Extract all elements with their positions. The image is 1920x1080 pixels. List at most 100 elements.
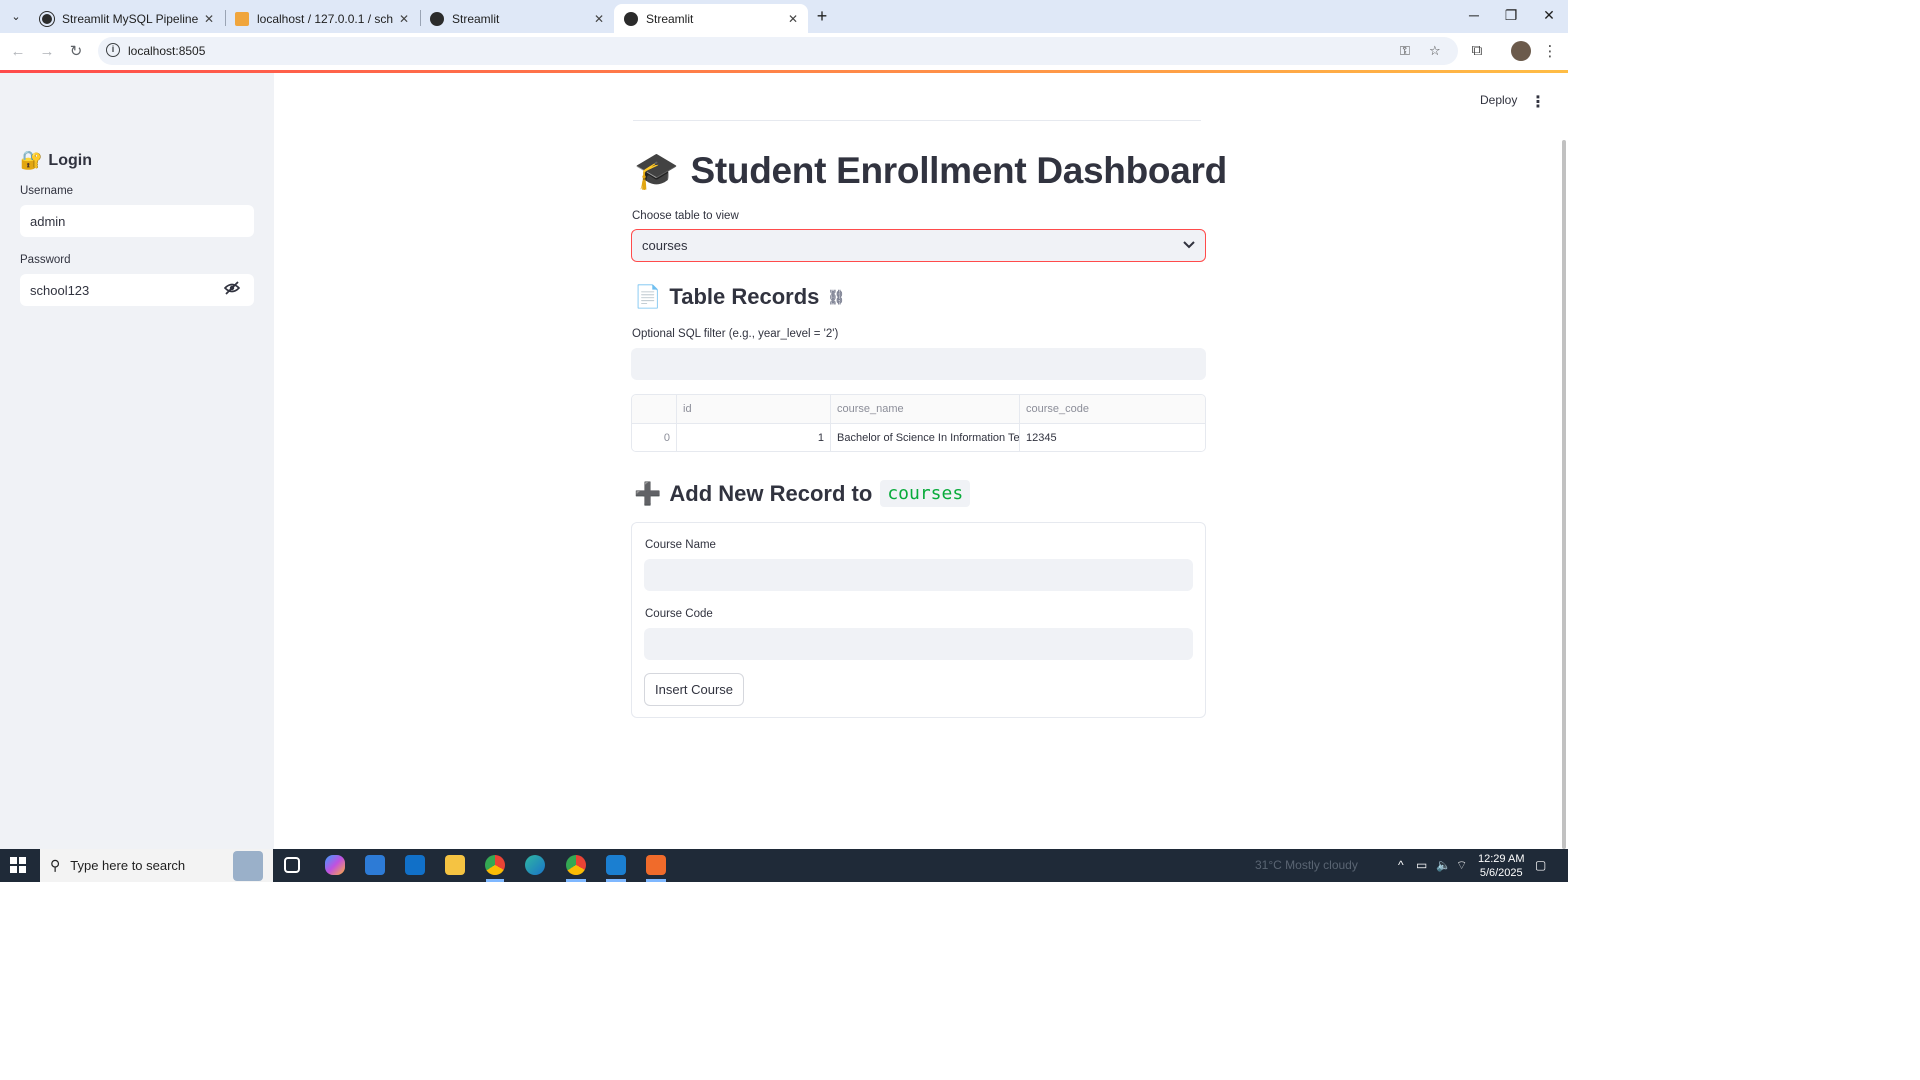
browser-tab-bar: ⌄ Streamlit MySQL Pipeline ✕ localhost /… [0,0,1568,33]
tab-title: localhost / 127.0.0.1 / school_sy [257,11,393,26]
search-icon: ⚲ [50,857,61,873]
taskbar-clock[interactable]: 12:29 AM 5/6/2025 [1478,852,1524,880]
row-index-cell: 0 [632,424,677,451]
edge-icon[interactable] [525,855,545,875]
course-code-input[interactable] [644,628,1193,660]
minimize-icon[interactable]: ─ [1464,7,1484,23]
extensions-icon[interactable]: ⧉ [1467,42,1487,59]
profile-avatar[interactable] [1511,41,1531,61]
close-window-icon[interactable]: ✕ [1539,7,1559,24]
sql-filter-input[interactable] [631,348,1206,380]
wifi-icon[interactable]: ⌔ [1456,858,1467,873]
battery-icon[interactable]: ▭ [1416,858,1427,872]
tab-search-menu-icon[interactable]: ⌄ [6,7,26,27]
close-tab-icon[interactable]: ✕ [399,12,409,26]
windows-taskbar: ⚲ Type here to search 31°C Mostly cloudy… [0,849,1568,882]
file-explorer-icon[interactable] [445,855,465,875]
table-records-heading: 📄 Table Records ⛓ [634,284,845,310]
insert-course-button[interactable]: Insert Course [644,673,745,706]
page-title: 🎓 Student Enrollment Dashboard [634,150,1227,192]
username-label: Username [20,185,74,197]
streamlit-favicon-icon [40,11,54,26]
outlook-icon[interactable] [405,855,425,875]
add-record-title: Add New Record to [669,480,873,506]
password-key-icon[interactable]: ⚿ [1400,43,1410,59]
copilot-icon[interactable] [325,855,345,875]
hide-password-icon[interactable] [223,281,241,299]
address-bar[interactable]: i localhost:8505 ⚿ ☆ [98,37,1458,65]
taskbar-search-placeholder: Type here to search [70,858,186,873]
column-header-course-code[interactable]: course_code [1020,395,1205,424]
column-header-id[interactable]: id [677,395,831,424]
clock-date: 5/6/2025 [1479,867,1523,879]
back-icon[interactable]: ← [8,42,28,62]
streamlit-favicon-icon [624,11,638,26]
phpmyadmin-favicon-icon [235,11,249,26]
site-info-icon[interactable]: i [106,43,120,57]
microsoft-store-icon[interactable] [365,855,385,875]
close-tab-icon[interactable]: ✕ [204,12,214,26]
page-icon: 📄 [634,284,662,309]
forward-icon[interactable]: → [37,42,57,62]
reload-icon[interactable]: ↻ [66,42,86,62]
password-label: Password [20,254,71,266]
chrome-menu-icon[interactable]: ⋮ [1540,42,1560,60]
divider [633,120,1201,121]
page-title-text: Student Enrollment Dashboard [690,150,1228,191]
close-tab-icon[interactable]: ✕ [788,12,798,26]
clock-time: 12:29 AM [1478,853,1525,865]
weather-widget[interactable]: 31°C Mostly cloudy [1255,858,1358,872]
search-highlight-image [233,851,263,881]
new-tab-icon[interactable]: + [812,6,832,26]
tab-title: Streamlit [452,11,500,26]
scrollbar[interactable] [1562,140,1566,849]
course-name-input[interactable] [644,559,1193,591]
graduation-cap-icon: 🎓 [634,150,679,191]
username-value: admin [30,213,66,229]
url-text[interactable]: localhost:8505 [128,44,205,58]
lock-icon: 🔐 [20,150,43,170]
column-header-index[interactable] [632,395,677,424]
tab-phpmyadmin[interactable]: localhost / 127.0.0.1 / school_sy ✕ [225,4,419,33]
column-header-course-name[interactable]: course_name [831,395,1020,424]
vscode-icon[interactable] [606,855,626,875]
course-code-cell[interactable]: 12345 [1020,424,1205,451]
course-name-cell[interactable]: Bachelor of Science In Information Techn… [831,424,1020,451]
chrome-icon[interactable] [485,855,505,875]
id-cell[interactable]: 1 [677,424,831,451]
xampp-icon[interactable] [646,855,666,875]
chrome-profile-icon[interactable] [566,855,586,875]
notifications-icon[interactable]: ▢ [1535,858,1546,872]
table-select-value: courses [642,238,688,253]
bookmark-star-icon[interactable]: ☆ [1429,43,1441,59]
table-records-title: Table Records [669,284,820,309]
table-select[interactable]: courses [631,229,1206,262]
add-record-table-code: courses [880,480,971,507]
taskbar-search[interactable]: ⚲ Type here to search [40,849,273,882]
windows-start-icon[interactable] [10,857,26,873]
deploy-button[interactable]: Deploy [1480,93,1517,107]
sidebar: 🔐 Login Username admin Password school12… [0,73,274,849]
tab-streamlit-mysql-pipeline[interactable]: Streamlit MySQL Pipeline ✕ [30,4,224,33]
restore-icon[interactable]: ❐ [1501,7,1521,24]
username-input[interactable]: admin [20,205,254,237]
anchor-link-icon[interactable]: ⛓ [827,289,845,306]
sidebar-title: 🔐 Login [20,150,92,171]
tab-streamlit-2[interactable]: Streamlit ✕ [420,4,614,33]
add-record-heading: ➕ Add New Record to courses [634,480,971,507]
password-value: school123 [30,282,90,298]
table-row[interactable]: 0 1 Bachelor of Science In Information T… [632,424,1205,451]
tab-streamlit-active[interactable]: Streamlit ✕ [614,4,808,33]
main-menu-icon[interactable]: ⋮ [1530,92,1546,112]
show-hidden-icons-icon[interactable]: ^ [1398,858,1404,872]
browser-toolbar: ← → ↻ i localhost:8505 ⚿ ☆ ⧉ ⋮ [0,33,1568,70]
volume-icon[interactable]: 🔈 [1436,858,1451,872]
task-view-icon[interactable] [284,857,300,873]
streamlit-favicon-icon [430,11,444,26]
records-table[interactable]: id course_name course_code 0 1 Bachelor … [631,394,1206,452]
running-indicator [646,879,666,882]
add-record-form: Course Name Course Code Insert Course [631,522,1206,718]
password-input[interactable]: school123 [20,274,254,306]
sidebar-title-text: Login [48,151,92,169]
close-tab-icon[interactable]: ✕ [594,12,604,26]
